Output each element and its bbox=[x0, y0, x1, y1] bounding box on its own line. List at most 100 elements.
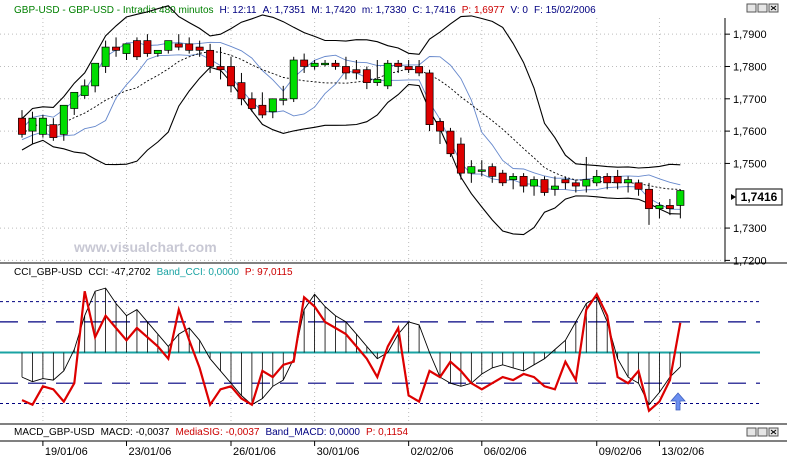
candle-body bbox=[49, 124, 58, 138]
date-tick-label: 06/02/06 bbox=[484, 446, 527, 458]
candle-body bbox=[415, 66, 424, 74]
candle-body bbox=[342, 66, 350, 74]
price-pane-controls bbox=[746, 3, 779, 13]
candle-body bbox=[373, 79, 382, 83]
candle-body bbox=[509, 176, 518, 180]
candle-body bbox=[321, 62, 330, 66]
candle-body bbox=[70, 91, 79, 109]
candle-body bbox=[519, 176, 528, 187]
candle-body bbox=[352, 69, 361, 74]
candle-body bbox=[550, 185, 559, 190]
candle-body bbox=[467, 166, 476, 174]
candle-body bbox=[624, 179, 633, 184]
macd-pane-controls bbox=[746, 427, 779, 437]
date-tick-label: 30/01/06 bbox=[317, 446, 360, 458]
candle-body bbox=[310, 62, 319, 67]
candle-body bbox=[446, 130, 455, 155]
price-tick-label: 1,7700 bbox=[733, 94, 767, 106]
candle-body bbox=[206, 49, 215, 67]
price-tick-label: 1,7900 bbox=[733, 29, 767, 41]
chart-window: GBP-USD - GBP-USD - Intradia 480 minutos… bbox=[0, 0, 787, 458]
candle-body bbox=[38, 117, 47, 135]
watermark-text: www.visualchart.com bbox=[73, 239, 217, 255]
header-field: F: 15/02/2006 bbox=[534, 5, 596, 16]
close-icon[interactable] bbox=[768, 3, 779, 13]
date-tick-label: 02/02/06 bbox=[411, 446, 454, 458]
header-field: A: 1,7351 bbox=[263, 5, 306, 16]
candle-body bbox=[571, 182, 580, 187]
candle-body bbox=[634, 182, 643, 190]
close-icon[interactable] bbox=[768, 427, 779, 437]
candle-body bbox=[91, 62, 100, 87]
candle-body bbox=[289, 59, 298, 100]
header-field: C: 1,7416 bbox=[412, 5, 456, 16]
candle-body bbox=[153, 49, 162, 54]
price-tick-label: 1,7300 bbox=[733, 223, 767, 235]
candle-body bbox=[331, 62, 340, 67]
header-field: Band_MACD: 0,0000 bbox=[265, 427, 360, 438]
date-tick-label: 13/02/06 bbox=[661, 446, 704, 458]
header-field: V: 0 bbox=[511, 5, 529, 16]
header-field: CCI: -47,2702 bbox=[88, 267, 151, 278]
candle-body bbox=[18, 117, 26, 135]
candle-body bbox=[122, 43, 131, 54]
candle-body bbox=[185, 43, 194, 51]
date-tick-label: 09/02/06 bbox=[599, 446, 642, 458]
header-field: MediaSIG: -0,0037 bbox=[176, 427, 260, 438]
macd-pane-header: MACD_GBP-USD MACD: -0,0037 MediaSIG: -0,00… bbox=[14, 427, 408, 438]
date-tick-label: 23/01/06 bbox=[129, 446, 172, 458]
candle-body bbox=[655, 205, 664, 210]
candle-body bbox=[216, 66, 225, 71]
header-field: P: 97,0115 bbox=[245, 267, 293, 278]
candle-body bbox=[28, 117, 37, 132]
candle-body bbox=[582, 179, 591, 187]
candle-body bbox=[59, 104, 68, 135]
date-tick-label: 19/01/06 bbox=[45, 446, 88, 458]
candle-body bbox=[394, 62, 403, 67]
header-field: H: 12:11 bbox=[220, 5, 257, 16]
price-tick-label: 1,7800 bbox=[733, 61, 767, 73]
candle-body bbox=[425, 72, 434, 125]
candle-body bbox=[488, 166, 497, 177]
header-field: MACD: -0,0037 bbox=[101, 427, 170, 438]
last-price-tag: 1,7416 bbox=[731, 188, 783, 206]
minimize-icon[interactable] bbox=[746, 427, 757, 437]
candle-body bbox=[268, 98, 277, 113]
candle-body bbox=[143, 40, 152, 54]
minimize-icon[interactable] bbox=[746, 3, 757, 13]
candle-body bbox=[603, 176, 612, 184]
candle-body bbox=[436, 121, 444, 132]
candle-body bbox=[540, 179, 549, 193]
candle-body bbox=[404, 66, 413, 71]
candle-body bbox=[477, 169, 486, 172]
candle-body bbox=[112, 46, 120, 51]
candle-body bbox=[613, 176, 622, 184]
header-field: P: 1,6977 bbox=[462, 5, 505, 16]
candle-body bbox=[645, 188, 653, 210]
candle-body bbox=[300, 59, 309, 67]
date-tick-label: 26/01/06 bbox=[233, 446, 276, 458]
candle-body bbox=[676, 190, 685, 206]
candle-body bbox=[174, 43, 183, 48]
candle-body bbox=[592, 176, 601, 184]
candle-body bbox=[164, 40, 173, 51]
candle-body bbox=[561, 179, 570, 184]
header-field: m: 1,7330 bbox=[362, 5, 407, 16]
price-tick-label: 1,7500 bbox=[733, 158, 767, 170]
header-field: CCI_GBP-USD bbox=[14, 267, 82, 278]
maximize-icon[interactable] bbox=[757, 3, 768, 13]
candle-body bbox=[258, 104, 267, 116]
candle-body bbox=[101, 46, 110, 67]
header-field: P: 0,1154 bbox=[366, 427, 409, 438]
candle-body bbox=[247, 98, 256, 109]
candle-body bbox=[237, 82, 246, 100]
candle-body bbox=[530, 179, 539, 187]
candle-body bbox=[362, 69, 371, 83]
header-field: MACD_GBP-USD bbox=[14, 427, 95, 438]
candle-body bbox=[80, 85, 89, 96]
chart-canvas: GBP-USD - GBP-USD - Intradia 480 minutos… bbox=[0, 0, 787, 458]
candle-body bbox=[498, 172, 507, 184]
last-price-value: 1,7416 bbox=[741, 190, 778, 204]
price-tick-label: 1,7600 bbox=[733, 126, 767, 138]
maximize-icon[interactable] bbox=[757, 427, 768, 437]
